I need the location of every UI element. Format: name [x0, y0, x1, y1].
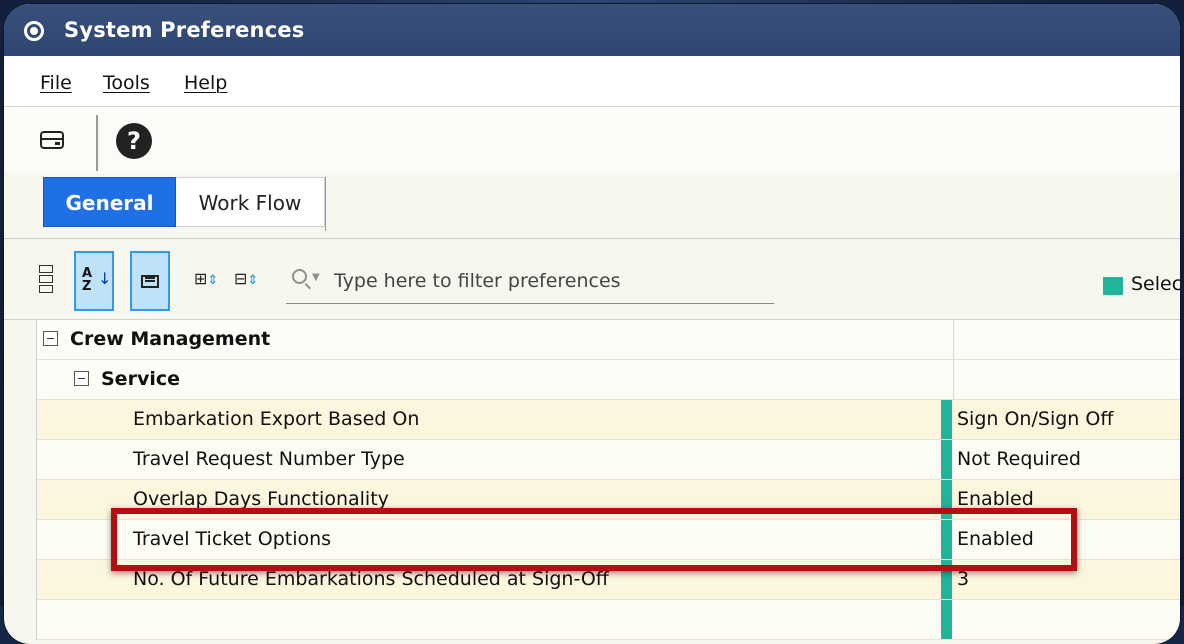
preference-label: Travel Request Number Type — [133, 448, 405, 470]
group-row-crew-management[interactable]: Crew Management — [37, 320, 1180, 360]
preference-label: No. Of Future Embarkations Scheduled at … — [133, 568, 609, 590]
help-icon[interactable]: ? — [116, 123, 152, 159]
preference-value[interactable]: 3 — [957, 568, 969, 590]
column-divider — [953, 360, 954, 399]
menu-help[interactable]: Help — [184, 72, 227, 94]
menu-file[interactable]: File — [40, 72, 72, 94]
modified-marker — [941, 560, 952, 599]
column-divider — [953, 320, 954, 359]
preference-value[interactable]: Sign On/Sign Off — [957, 408, 1113, 430]
sort-alphabetical-button[interactable]: AZ ↓ — [74, 251, 114, 311]
subgroup-label: Service — [101, 368, 180, 390]
tab-separator — [325, 177, 326, 231]
preference-row[interactable] — [37, 600, 1180, 640]
search-icon — [292, 269, 307, 284]
app-window: System Preferences File Tools Help ? Gen… — [4, 4, 1180, 644]
selected-legend-swatch — [1103, 277, 1123, 295]
preference-label: Overlap Days Functionality — [133, 488, 389, 510]
modified-marker — [941, 480, 952, 519]
group-label: Crew Management — [70, 328, 271, 350]
collapse-icon[interactable] — [43, 331, 58, 346]
preference-label: Embarkation Export Based On — [133, 408, 420, 430]
categorized-view-icon[interactable] — [39, 265, 55, 295]
preference-value[interactable]: Enabled — [957, 488, 1034, 510]
preference-row[interactable]: No. Of Future Embarkations Scheduled at … — [37, 560, 1180, 600]
toolbar-separator — [96, 115, 98, 171]
preference-row[interactable]: Overlap Days Functionality Enabled — [37, 480, 1180, 520]
modified-marker — [941, 400, 952, 439]
collapse-icon[interactable] — [74, 371, 89, 386]
tab-general[interactable]: General — [43, 177, 176, 227]
menu-bar: File Tools Help — [4, 56, 1180, 107]
expand-all-icon[interactable]: ⊞⇕ — [194, 269, 218, 288]
search-dropdown-icon[interactable]: ▼ — [312, 272, 320, 283]
tab-strip: General Work Flow — [4, 173, 1180, 239]
app-logo-icon — [24, 21, 44, 41]
window-title: System Preferences — [64, 18, 305, 42]
preferences-grid: Crew Management Service Embarkation Expo… — [36, 320, 1180, 640]
sort-arrow-icon: ↓ — [98, 269, 112, 288]
description-panel-icon — [141, 275, 159, 288]
save-drive-icon[interactable] — [40, 131, 64, 149]
collapse-all-icon[interactable]: ⊟⇕ — [234, 269, 258, 288]
group-row-service[interactable]: Service — [37, 360, 1180, 400]
filter-input[interactable] — [334, 267, 764, 295]
filter-bar: AZ ↓ ⊞⇕ ⊟⇕ ▼ Select — [4, 239, 1180, 320]
preference-row[interactable]: Travel Request Number Type Not Required — [37, 440, 1180, 480]
toolbar: ? — [4, 107, 1180, 173]
filter-search-box[interactable]: ▼ — [286, 263, 774, 304]
description-toggle-button[interactable] — [130, 251, 170, 311]
selected-legend-label: Select — [1131, 273, 1180, 295]
sort-az-icon: AZ — [82, 266, 93, 294]
modified-marker — [941, 440, 952, 479]
preference-label: Travel Ticket Options — [133, 528, 332, 550]
tab-work-flow[interactable]: Work Flow — [176, 177, 325, 227]
preference-value[interactable]: Enabled — [957, 528, 1034, 550]
modified-marker — [941, 520, 952, 559]
preference-row-selected[interactable]: Travel Ticket Options Enabled — [37, 520, 1180, 560]
preference-value[interactable]: Not Required — [957, 448, 1081, 470]
menu-tools[interactable]: Tools — [103, 72, 150, 94]
preference-row[interactable]: Embarkation Export Based On Sign On/Sign… — [37, 400, 1180, 440]
title-bar: System Preferences — [4, 4, 1180, 56]
